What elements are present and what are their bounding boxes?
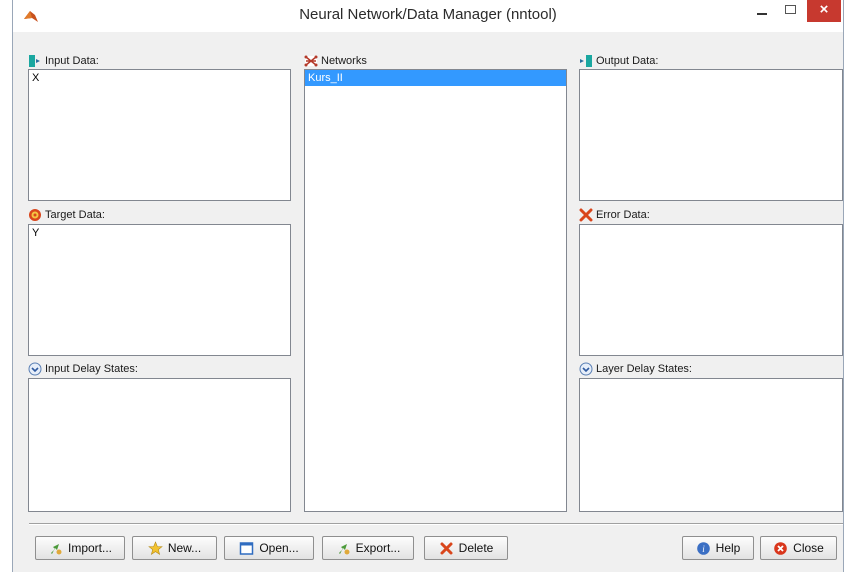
close-button[interactable]: Close [760,536,837,560]
input-data-list[interactable]: X [28,69,291,201]
new-star-icon [147,540,163,556]
chevron-down-circle-icon [579,362,593,376]
list-item[interactable]: Y [29,225,290,241]
export-button[interactable]: Export... [322,536,414,560]
target-data-label: Target Data: [28,208,105,222]
red-x-icon [579,208,593,222]
new-button[interactable]: New... [132,536,217,560]
layer-delay-states-list[interactable] [579,378,843,512]
list-item[interactable]: X [29,70,290,86]
minimize-button[interactable] [751,0,773,22]
network-icon [304,54,318,68]
target-icon [28,208,42,222]
output-data-label: Output Data: [579,54,658,68]
maximize-button[interactable] [779,0,801,22]
window-close-button[interactable]: × [807,0,841,22]
networks-list[interactable]: Kurs_II [304,69,567,512]
open-button[interactable]: Open... [224,536,314,560]
export-icon [336,541,351,556]
separator [29,523,843,525]
window-title: Neural Network/Data Manager (nntool) [299,6,557,23]
list-item-selected[interactable]: Kurs_II [305,70,566,86]
output-data-icon [579,54,593,68]
close-circle-icon [773,541,788,556]
nntool-window: Neural Network/Data Manager (nntool) × I… [12,0,844,572]
input-data-label: Input Data: [28,54,99,68]
chevron-down-circle-icon [28,362,42,376]
window-icon [239,541,254,556]
delete-x-icon [439,541,454,556]
output-data-list[interactable] [579,69,843,201]
input-delay-states-list[interactable] [28,378,291,512]
help-icon: i [696,541,711,556]
title-bar: Neural Network/Data Manager (nntool) × [13,0,843,32]
help-button[interactable]: i Help [682,536,754,560]
target-data-list[interactable]: Y [28,224,291,356]
input-delay-states-label: Input Delay States: [28,362,138,376]
import-button[interactable]: Import... [35,536,125,560]
error-data-label: Error Data: [579,208,650,222]
networks-label: Networks [304,54,367,68]
layer-delay-states-label: Layer Delay States: [579,362,692,376]
import-icon [48,541,63,556]
error-data-list[interactable] [579,224,843,356]
delete-button[interactable]: Delete [424,536,508,560]
input-data-icon [28,54,42,68]
